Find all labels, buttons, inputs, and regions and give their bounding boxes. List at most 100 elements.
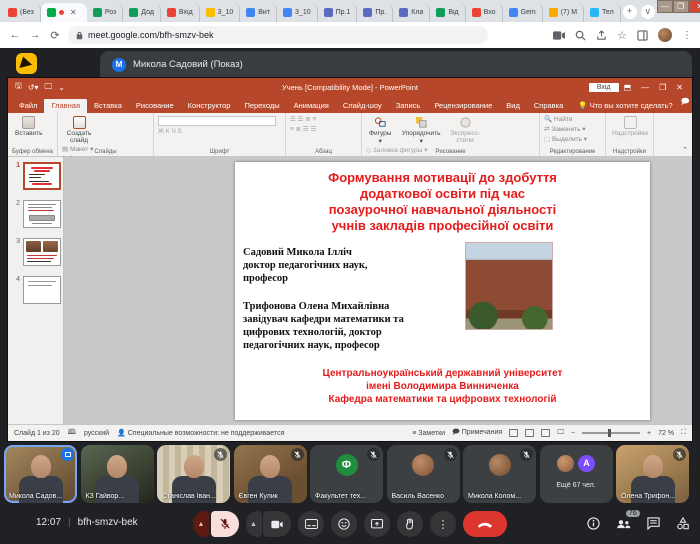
minimize-button[interactable]: — (657, 0, 673, 13)
browser-tab[interactable]: (Без (2, 3, 41, 22)
save-icon[interactable]: 🖫 (15, 80, 22, 94)
ribbon-tab[interactable]: Главная (44, 99, 87, 113)
reading-view-icon[interactable] (541, 429, 550, 437)
bookmark-star-icon[interactable]: ☆ (617, 29, 627, 42)
ppt-signin-button[interactable]: Вхід (589, 83, 619, 92)
browser-tab[interactable]: Gem (503, 3, 543, 22)
browser-tab[interactable]: Вит (240, 3, 277, 22)
browser-tab[interactable]: Пр. (357, 3, 393, 22)
ribbon-tab[interactable]: Запись (389, 99, 428, 113)
ppt-restore-button[interactable]: ❐ (659, 83, 666, 92)
ribbon-tab[interactable]: Вид (499, 99, 527, 113)
notes-button[interactable]: ≡ Заметки (412, 430, 445, 437)
qat-more-icon[interactable]: ⌄ (58, 83, 65, 92)
accessibility-status[interactable]: 👤 Специальные возможности: не поддержива… (117, 429, 284, 437)
zoom-out-icon[interactable]: − (571, 430, 575, 437)
menu-dots-icon[interactable]: ⋮ (682, 30, 692, 41)
ribbon-tab[interactable]: Файл (12, 99, 44, 113)
list-buttons[interactable]: ☰ ☰ ≣ ≡ (290, 115, 357, 125)
ribbon-tab[interactable]: Справка (527, 99, 570, 113)
browser-tab[interactable]: 3_10 (200, 3, 241, 22)
slide-thumbnail-row[interactable]: 3 (10, 238, 63, 266)
present-screen-button[interactable] (364, 511, 390, 537)
more-options-button[interactable]: ⋮ (430, 511, 456, 537)
mic-options-chevron[interactable]: ▲ (193, 511, 209, 537)
presentation-flag-icon[interactable] (16, 53, 37, 74)
meeting-details-icon[interactable] (587, 517, 600, 530)
zoom-icon[interactable] (575, 30, 586, 41)
chat-panel-icon[interactable] (647, 517, 660, 530)
browser-tab[interactable]: (7) М (543, 3, 584, 22)
ribbon-tab[interactable]: Анимация (287, 99, 336, 113)
quick-styles-button[interactable]: Экспресс-стили (448, 115, 482, 145)
slideshow-icon[interactable]: 🖵 (45, 82, 53, 92)
spellcheck-icon[interactable]: 🕮 (68, 428, 76, 439)
side-panel-icon[interactable] (637, 30, 648, 41)
participant-tile[interactable]: Микола Садов... (4, 445, 77, 503)
comments-icon[interactable]: 🗩 (673, 96, 698, 113)
participant-tile[interactable]: КЗ Гайвор... (81, 445, 154, 503)
mic-mute-button[interactable] (211, 511, 239, 537)
browser-tab[interactable]: ✕ (41, 3, 87, 22)
activities-icon[interactable] (676, 517, 690, 530)
participant-tile[interactable]: Станіслав Іван... (157, 445, 230, 503)
ribbon-tab[interactable]: Переходы (237, 99, 286, 113)
participant-tile[interactable]: Микола Колом... (463, 445, 536, 503)
browser-tab[interactable]: Пр.1 (318, 3, 358, 22)
forward-icon[interactable]: → (28, 29, 42, 41)
ribbon-tab[interactable]: Конструктор (181, 99, 238, 113)
slide-thumbnail[interactable] (23, 238, 61, 266)
participant-tile[interactable]: A Ещё 67 чел. (540, 445, 613, 503)
participant-tile[interactable]: Василь Васенко (387, 445, 460, 503)
slide-thumbnail[interactable] (23, 200, 61, 228)
url-bar[interactable]: meet.google.com/bfh-smzv-bek (68, 26, 488, 44)
slide-thumbnail-pane[interactable]: 1 2 3 4 (8, 157, 64, 424)
browser-tab[interactable]: Вхо (466, 3, 503, 22)
shapes-button[interactable]: Фигуры ▾ (366, 115, 394, 146)
profile-avatar[interactable] (658, 28, 672, 42)
maximize-button[interactable]: ❐ (673, 0, 689, 13)
ribbon-tab[interactable]: Рецензирование (427, 99, 499, 113)
language-indicator[interactable]: русский (84, 430, 109, 437)
people-panel-button[interactable]: 76 (616, 518, 631, 530)
reload-icon[interactable]: ⟳ (48, 29, 62, 42)
browser-tab[interactable]: Дод (123, 3, 161, 22)
ribbon-tab[interactable]: Слайд-шоу (336, 99, 389, 113)
browser-tab[interactable]: Роз (87, 3, 123, 22)
slide-thumbnail-row[interactable]: 4 (10, 276, 63, 304)
fit-slide-icon[interactable]: ⛶ (681, 429, 686, 437)
browser-tab[interactable]: Вхід (161, 3, 200, 22)
browser-tab[interactable]: Тел (584, 3, 621, 22)
slide-thumbnail-row[interactable]: 1 (10, 162, 63, 190)
slide-thumbnail-row[interactable]: 2 (10, 200, 63, 228)
slideshow-view-icon[interactable]: 🖵 (557, 429, 564, 437)
browser-tab[interactable]: Від (430, 3, 465, 22)
ppt-close-button[interactable]: ✕ (676, 83, 683, 92)
ribbon-tab[interactable]: Вставка (87, 99, 129, 113)
browser-tab[interactable]: Кла (393, 3, 430, 22)
comments-button[interactable]: 🗩 Примечания (452, 428, 502, 439)
back-icon[interactable]: ← (8, 29, 22, 41)
zoom-knob[interactable] (608, 429, 611, 437)
end-call-button[interactable] (463, 511, 507, 537)
browser-tab[interactable]: 3_10 (277, 3, 318, 22)
camera-button[interactable] (263, 511, 291, 537)
camera-options-chevron[interactable]: ▲ (246, 511, 262, 537)
select-button[interactable]: ⬚ Выделить ▾ (544, 135, 601, 145)
font-name-combobox[interactable] (158, 116, 276, 126)
tab-media-icon[interactable] (553, 31, 565, 40)
close-button[interactable]: ✕ (689, 0, 700, 13)
find-button[interactable]: 🔍 Найти (544, 115, 601, 125)
share-icon[interactable] (596, 30, 607, 41)
zoom-level[interactable]: 72 % (658, 430, 674, 437)
reactions-button[interactable] (331, 511, 357, 537)
tell-me-box[interactable]: 💡 Что вы хотите сделать? (578, 101, 672, 113)
align-buttons[interactable]: ≡ ≣ ☰ ☰ (290, 125, 357, 135)
ribbon-options-icon[interactable]: ⬒ (624, 83, 632, 92)
tab-search-button[interactable]: v (641, 5, 655, 19)
new-tab-button[interactable]: + (623, 5, 637, 19)
captions-button[interactable] (298, 511, 324, 537)
collapse-ribbon-icon[interactable]: ⌃ (678, 146, 692, 156)
participant-tile[interactable]: Ф Факультет тех... (310, 445, 383, 503)
zoom-in-icon[interactable]: + (647, 430, 651, 437)
